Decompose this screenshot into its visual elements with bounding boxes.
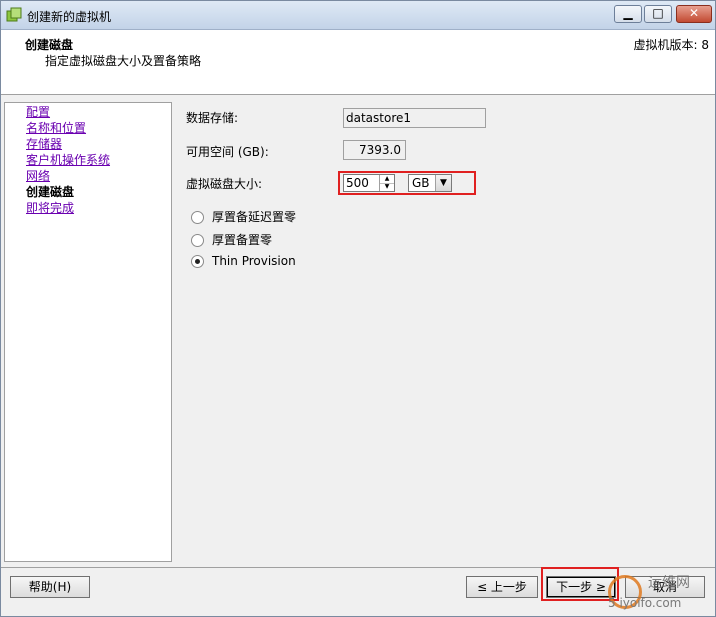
window-title: 创建新的虚拟机 bbox=[27, 10, 112, 24]
disk-unit-select[interactable]: GB ▼ bbox=[408, 174, 452, 192]
vm-icon bbox=[6, 7, 22, 22]
wizard-window: 创建新的虚拟机 ▁ □ ✕ 创建磁盘 指定虚拟磁盘大小及置备策略 虚拟机版本: … bbox=[0, 0, 716, 617]
watermark: 运维网 5 iyoifo.com bbox=[608, 573, 713, 613]
minimize-button[interactable]: ▁ bbox=[614, 5, 642, 23]
nav-item-storage[interactable]: 存储器 bbox=[26, 137, 62, 151]
radio-button-checked[interactable] bbox=[191, 255, 204, 268]
nav-item-guest-os[interactable]: 客户机操作系统 bbox=[26, 153, 110, 167]
radio-thick-lazy[interactable]: 厚置备延迟置零 bbox=[191, 208, 296, 225]
radio-thick-eager[interactable]: 厚置备置零 bbox=[191, 231, 272, 248]
disk-unit-value: GB bbox=[412, 176, 430, 190]
nav-item-config[interactable]: 配置 bbox=[26, 105, 50, 119]
page-header: 创建磁盘 指定虚拟磁盘大小及置备策略 虚拟机版本: 8 bbox=[1, 30, 715, 95]
nav-item-ready[interactable]: 即将完成 bbox=[26, 201, 74, 215]
next-button[interactable]: 下一步 ≥ bbox=[546, 576, 616, 598]
radio-button[interactable] bbox=[191, 211, 204, 224]
nav-item-create-disk: 创建磁盘 bbox=[26, 185, 75, 199]
datastore-label: 数据存储: bbox=[186, 111, 239, 125]
chevron-down-icon[interactable]: ▼ bbox=[435, 175, 451, 191]
page-subtitle: 指定虚拟磁盘大小及置备策略 bbox=[45, 54, 202, 68]
watermark-name: 运维网 bbox=[648, 575, 690, 591]
title-bar[interactable]: 创建新的虚拟机 ▁ □ ✕ bbox=[1, 1, 715, 30]
help-button[interactable]: 帮助(H) bbox=[10, 576, 90, 598]
page-title: 创建磁盘 bbox=[25, 38, 74, 52]
radio-label: Thin Provision bbox=[212, 254, 296, 268]
free-space-field: 7393.0 bbox=[343, 140, 406, 160]
radio-label: 厚置备置零 bbox=[212, 233, 273, 247]
wizard-steps-nav: 配置 名称和位置 存储器 客户机操作系统 网络 创建磁盘 即将完成 bbox=[4, 102, 172, 562]
radio-label: 厚置备延迟置零 bbox=[212, 210, 297, 224]
nav-item-name-location[interactable]: 名称和位置 bbox=[26, 121, 86, 135]
datastore-field: datastore1 bbox=[343, 108, 486, 128]
back-button[interactable]: ≤ 上一步 bbox=[466, 576, 538, 598]
radio-button[interactable] bbox=[191, 234, 204, 247]
stepper-arrows: ▲ ▼ bbox=[379, 175, 394, 191]
close-button[interactable]: ✕ bbox=[676, 5, 712, 23]
disk-size-label: 虚拟磁盘大小: bbox=[186, 177, 263, 191]
disk-size-stepper[interactable]: 500 ▲ ▼ bbox=[343, 174, 395, 192]
maximize-button[interactable]: □ bbox=[644, 5, 672, 23]
free-space-label: 可用空间 (GB): bbox=[186, 145, 269, 159]
vm-version: 虚拟机版本: 8 bbox=[633, 38, 710, 52]
radio-thin-provision[interactable]: Thin Provision bbox=[191, 254, 296, 268]
form-panel: 数据存储: datastore1 可用空间 (GB): 7393.0 虚拟磁盘大… bbox=[173, 102, 713, 562]
disk-size-value[interactable]: 500 bbox=[346, 175, 369, 191]
watermark-url: 5 iyoifo.com bbox=[608, 596, 682, 610]
nav-item-network[interactable]: 网络 bbox=[26, 169, 50, 183]
spin-down-icon[interactable]: ▼ bbox=[380, 183, 394, 191]
